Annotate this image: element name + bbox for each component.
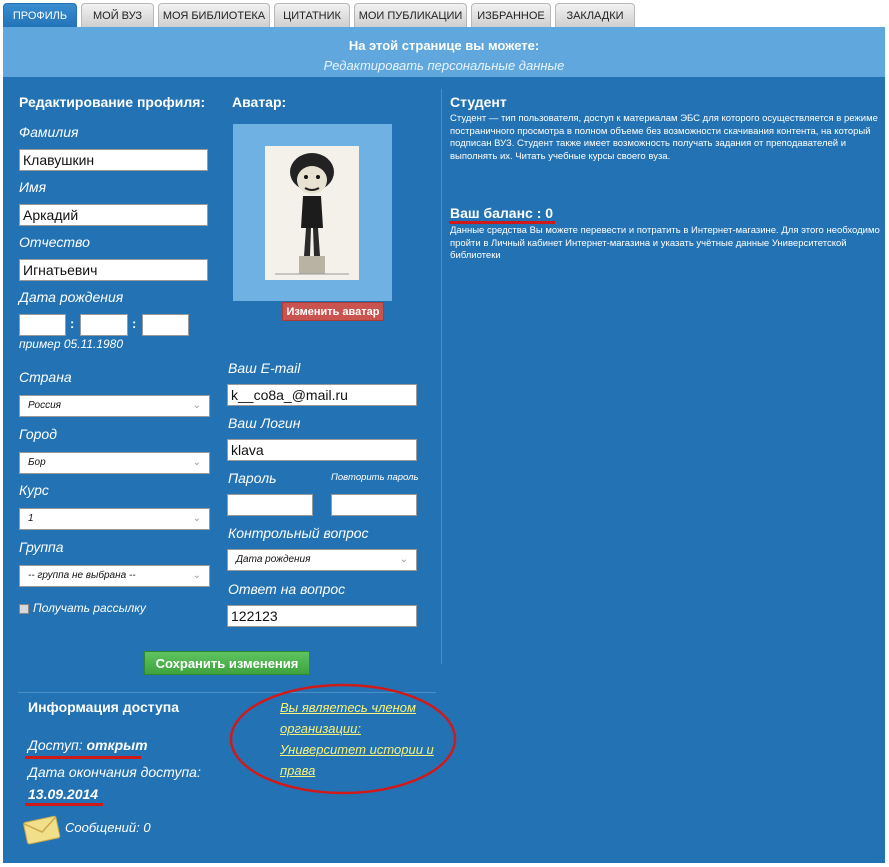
tab-quotes[interactable]: ЦИТАТНИК <box>274 3 350 27</box>
profile-edit-title: Редактирование профиля: <box>19 94 206 110</box>
city-label: Город <box>19 426 57 442</box>
course-label: Курс <box>19 482 49 498</box>
access-status-value: открыт <box>86 737 148 753</box>
tab-favorites[interactable]: ИЗБРАННОЕ <box>471 3 551 27</box>
course-select[interactable]: 1 ⌄ <box>19 508 210 530</box>
password-repeat-field[interactable] <box>331 494 417 516</box>
name-label: Имя <box>19 179 47 195</box>
tab-my-library[interactable]: МОЯ БИБЛИОТЕКА <box>158 3 270 27</box>
access-title: Информация доступа <box>28 699 180 715</box>
birth-day-input[interactable] <box>19 314 66 336</box>
messages-count: Сообщений: 0 <box>65 820 151 835</box>
access-end-label: Дата окончания доступа: <box>28 764 201 780</box>
avatar <box>265 146 359 280</box>
tab-my-publications[interactable]: МОИ ПУБЛИКАЦИИ <box>354 3 467 27</box>
city-select[interactable]: Бор ⌄ <box>19 452 210 474</box>
balance-annotation <box>449 221 555 224</box>
column-divider <box>441 89 442 664</box>
email-field[interactable] <box>227 384 417 406</box>
chevron-down-icon: ⌄ <box>399 554 408 565</box>
security-question-label: Контрольный вопрос <box>228 525 369 541</box>
access-status-annotation <box>25 756 141 759</box>
password-repeat-label: Повторить пароль <box>331 472 419 483</box>
messages-label: Сообщений: <box>65 820 140 835</box>
avatar-title: Аватар: <box>232 94 287 110</box>
student-title: Студент <box>450 94 507 110</box>
surname-label: Фамилия <box>19 124 79 140</box>
login-field[interactable] <box>227 439 417 461</box>
profile-panel: На этой странице вы можете: Редактироват… <box>3 27 885 863</box>
balance-description: Данные средства Вы можете перевести и по… <box>450 225 880 261</box>
email-label: Ваш E-mail <box>228 360 301 376</box>
birth-date-label: Дата рождения <box>19 289 124 305</box>
save-button[interactable]: Сохранить изменения <box>144 651 310 675</box>
country-value: Россия <box>28 400 62 411</box>
annotation-ellipse <box>229 683 457 795</box>
patronymic-label: Отчество <box>19 234 90 250</box>
envelope-icon[interactable] <box>22 811 62 852</box>
security-question-select[interactable]: Дата рождения ⌄ <box>227 549 417 571</box>
header-title: На этой странице вы можете: <box>348 38 540 53</box>
chevron-down-icon: ⌄ <box>192 400 201 411</box>
birth-example: пример 05.11.1980 <box>19 337 124 351</box>
messages-value: 0 <box>143 820 151 835</box>
surname-input[interactable] <box>19 149 208 171</box>
name-input[interactable] <box>19 204 208 226</box>
access-end-date: 13.09.2014 <box>28 786 99 802</box>
birth-year-input[interactable] <box>142 314 189 336</box>
birth-month-input[interactable] <box>80 314 128 336</box>
header-subtitle: Редактировать персональные данные <box>323 58 565 73</box>
chevron-down-icon: ⌄ <box>192 513 201 524</box>
tab-profile[interactable]: ПРОФИЛЬ <box>3 3 77 27</box>
security-question-value: Дата рождения <box>236 554 311 565</box>
caricature-image <box>265 146 359 280</box>
password-field[interactable] <box>227 494 313 516</box>
tab-bar: ПРОФИЛЬ МОЙ ВУЗ МОЯ БИБЛИОТЕКА ЦИТАТНИК … <box>3 3 883 27</box>
password-label: Пароль <box>228 470 277 486</box>
login-label: Ваш Логин <box>228 415 301 431</box>
tab-bookmarks[interactable]: ЗАКЛАДКИ <box>555 3 635 27</box>
answer-field[interactable] <box>227 605 417 627</box>
avatar-frame <box>233 124 392 301</box>
chevron-down-icon: ⌄ <box>192 570 201 581</box>
city-value: Бор <box>28 457 46 468</box>
access-date-annotation <box>25 803 103 806</box>
balance-title: Ваш баланс : 0 <box>450 205 554 221</box>
newsletter-label: Получать рассылку <box>33 601 146 615</box>
country-select[interactable]: Россия ⌄ <box>19 395 210 417</box>
tab-my-university[interactable]: МОЙ ВУЗ <box>81 3 154 27</box>
chevron-down-icon: ⌄ <box>192 457 201 468</box>
answer-label: Ответ на вопрос <box>228 581 346 597</box>
page-header: На этой странице вы можете: Редактироват… <box>3 27 885 77</box>
birth-separator: : <box>70 316 75 331</box>
group-select[interactable]: -- группа не выбрана -- ⌄ <box>19 565 210 587</box>
birth-separator: : <box>132 316 137 331</box>
change-avatar-button[interactable]: Изменить аватар <box>282 302 384 321</box>
country-label: Страна <box>19 369 72 385</box>
group-label: Группа <box>19 539 64 555</box>
course-value: 1 <box>28 513 34 524</box>
access-status: Доступ: открыт <box>28 737 148 753</box>
access-status-label: Доступ: <box>28 737 83 753</box>
student-description: Студент — тип пользователя, доступ к мат… <box>450 113 878 162</box>
newsletter-checkbox[interactable] <box>19 604 29 614</box>
group-value: -- группа не выбрана -- <box>28 570 136 581</box>
patronymic-input[interactable] <box>19 259 208 281</box>
